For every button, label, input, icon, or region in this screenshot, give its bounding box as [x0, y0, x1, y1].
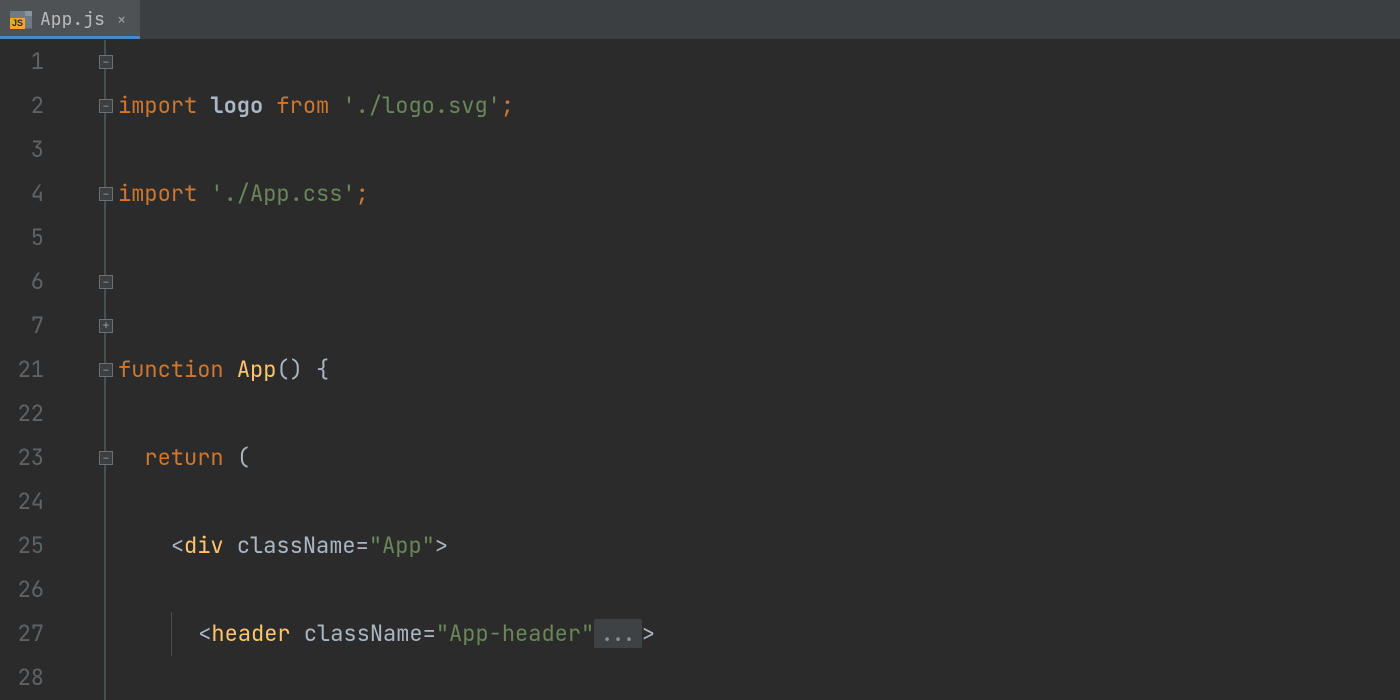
fold-end-icon[interactable]: – [99, 451, 113, 465]
line-number: 23 [0, 436, 44, 480]
line-number: 28 [0, 656, 44, 700]
code-line[interactable]: return ( [118, 436, 1400, 480]
fold-toggle-icon[interactable]: – [99, 187, 113, 201]
fold-expand-icon[interactable]: + [99, 319, 113, 333]
tab-app-js[interactable]: JS App.js × [0, 0, 140, 39]
code-line[interactable]: <header className="App-header"...> [118, 612, 1400, 656]
fold-toggle-icon[interactable]: – [99, 275, 113, 289]
code-area[interactable]: import logo from './logo.svg'; import '.… [110, 40, 1400, 700]
code-line[interactable]: import logo from './logo.svg'; [118, 84, 1400, 128]
line-number: 3 [0, 128, 44, 172]
folded-code-indicator[interactable]: ... [594, 619, 642, 648]
fold-end-icon[interactable]: – [99, 363, 113, 377]
line-number: 22 [0, 392, 44, 436]
fold-gutter: – – – – + – – [50, 40, 110, 700]
line-number: 5 [0, 216, 44, 260]
line-number: 6 [0, 260, 44, 304]
line-number: 2 [0, 84, 44, 128]
line-number: 24 [0, 480, 44, 524]
code-line[interactable]: <div className="App"> [118, 524, 1400, 568]
code-line[interactable]: import './App.css'; [118, 172, 1400, 216]
line-number: 4 [0, 172, 44, 216]
close-icon[interactable]: × [113, 9, 127, 30]
js-file-icon: JS [10, 11, 32, 29]
line-number: 25 [0, 524, 44, 568]
code-editor[interactable]: 1 2 3 4 5 6 7 21 22 23 24 25 26 27 28 – … [0, 40, 1400, 700]
fold-toggle-icon[interactable]: – [99, 55, 113, 69]
line-number: 27 [0, 612, 44, 656]
code-line[interactable]: function App() { [118, 348, 1400, 392]
line-number: 1 [0, 40, 44, 84]
tab-filename: App.js [40, 8, 105, 31]
active-tab-indicator [0, 36, 140, 39]
fold-end-icon[interactable]: – [99, 99, 113, 113]
line-number-gutter: 1 2 3 4 5 6 7 21 22 23 24 25 26 27 28 [0, 40, 50, 700]
tab-bar: JS App.js × [0, 0, 1400, 40]
line-number: 7 [0, 304, 44, 348]
line-number: 26 [0, 568, 44, 612]
code-line[interactable] [118, 260, 1400, 304]
line-number: 21 [0, 348, 44, 392]
